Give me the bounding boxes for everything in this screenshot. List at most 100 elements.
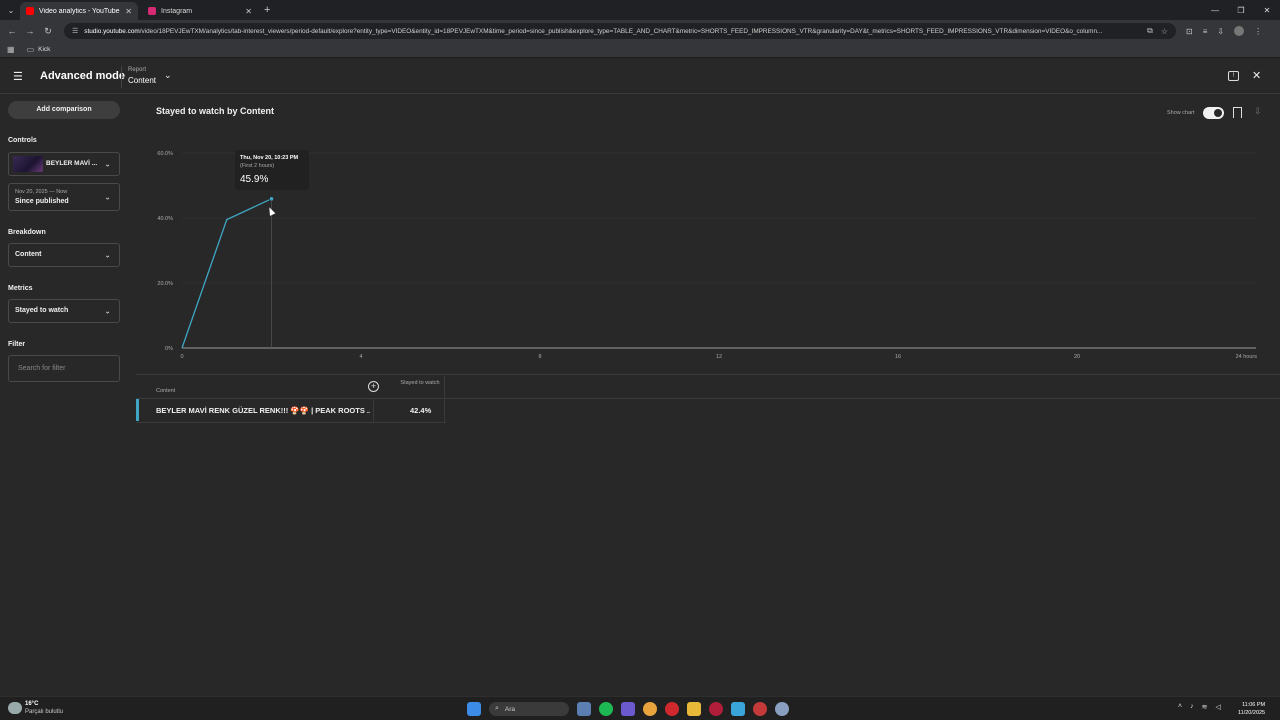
add-comparison-button[interactable]: Add comparison xyxy=(8,101,120,119)
back-icon[interactable]: ← xyxy=(6,26,18,36)
discord-icon[interactable] xyxy=(621,702,635,716)
column-divider xyxy=(444,376,445,422)
tab-title: Video analytics - YouTube Studi xyxy=(39,7,121,15)
opera-gx-icon[interactable] xyxy=(709,702,723,716)
apps-grid-icon[interactable]: ▦ xyxy=(7,45,15,54)
windows-start-icon[interactable] xyxy=(467,702,481,716)
row-metric-value: 42.4% xyxy=(410,406,432,415)
chart-tooltip: Thu, Nov 20, 10:23 PM (First 2 hours) 45… xyxy=(235,150,309,190)
taskbar-apps: ⌕ Ara xyxy=(467,701,797,717)
date-range-selector[interactable]: Nov 20, 2025 — Now Since published ⌄ xyxy=(8,183,120,211)
spotify-icon[interactable] xyxy=(599,702,613,716)
hover-point xyxy=(268,196,275,202)
settings-icon[interactable] xyxy=(775,702,789,716)
youtube-favicon-icon xyxy=(26,7,34,15)
row-content-title[interactable]: BEYLER MAVİ RENK GÜZEL RENK!!! 🍄🍄 | PEAK… xyxy=(156,406,370,415)
address-bar[interactable]: ☰ studio.youtube.com/video/18PEVJEwTXM/a… xyxy=(64,23,1176,39)
x-tick-label: 4 xyxy=(359,354,362,360)
chevron-down-icon: ⌄ xyxy=(104,159,111,169)
weather-icon[interactable] xyxy=(8,702,22,714)
column-divider xyxy=(373,398,374,422)
video-thumbnail xyxy=(13,156,43,172)
series-color-bar xyxy=(136,399,139,421)
feedback-icon[interactable]: ! xyxy=(1228,71,1239,81)
bookmarks-bar: ▦ ▭ Kick xyxy=(0,42,1280,58)
date-range-value: Since published xyxy=(15,198,69,205)
site-info-icon[interactable]: ☰ xyxy=(72,27,78,35)
translate-icon[interactable]: ⧉ xyxy=(1147,26,1153,36)
date-range-sub: Nov 20, 2025 — Now xyxy=(15,189,68,195)
weather-desc: Parçalı bulutlu xyxy=(25,709,64,715)
page-title: Advanced mode xyxy=(40,70,125,82)
close-window-icon[interactable]: ✕ xyxy=(1254,0,1280,20)
column-header-content[interactable]: Content xyxy=(156,388,175,394)
file-explorer-icon[interactable] xyxy=(687,702,701,716)
video-name: BEYLER MAVİ ... xyxy=(46,160,98,167)
tooltip-value: 45.9% xyxy=(240,174,269,185)
x-tick-label: 12 xyxy=(716,354,722,360)
window-controls: — ❐ ✕ xyxy=(1202,0,1280,20)
y-tick-label: 0% xyxy=(165,346,173,352)
y-tick-label: 20.0% xyxy=(157,281,173,287)
clock-date: 11/20/2025 xyxy=(1238,710,1266,716)
url-path: /video/18PEVJEwTXM/analytics/tab-interes… xyxy=(139,27,1103,35)
bookmark-kick[interactable]: Kick xyxy=(38,46,50,53)
volume-icon[interactable]: ◁ xyxy=(1215,703,1220,711)
breakdown-selector[interactable]: Content ⌄ xyxy=(8,243,120,267)
y-tick-label: 40.0% xyxy=(157,216,173,222)
menu-icon[interactable]: ☰ xyxy=(13,70,23,83)
instagram-favicon-icon xyxy=(148,7,156,15)
chevron-down-icon: ⌄ xyxy=(104,192,111,202)
breakdown-value: Content xyxy=(15,251,42,258)
more-menu-icon[interactable]: ⋮ xyxy=(1254,27,1262,36)
tab-title: Instagram xyxy=(161,7,193,15)
media-icon[interactable]: ≡ xyxy=(1203,27,1208,36)
folder-icon: ▭ xyxy=(26,45,35,54)
opera-icon[interactable] xyxy=(665,702,679,716)
filter-search-input[interactable]: Search for filter xyxy=(8,355,120,382)
browser-toolbar: ← → ↻ ☰ studio.youtube.com/video/18PEVJE… xyxy=(0,20,1280,42)
reload-icon[interactable]: ↻ xyxy=(42,26,54,37)
tab-instagram[interactable]: Instagram ✕ xyxy=(142,2,258,20)
report-selector[interactable]: Content xyxy=(128,76,156,85)
search-label: Ara xyxy=(504,705,516,713)
chevron-down-icon[interactable]: ⌄ xyxy=(164,70,172,81)
app-icon[interactable] xyxy=(753,702,767,716)
x-tick-label: 8 xyxy=(538,354,541,360)
taskbar-clock[interactable]: 11:06 PM 11/20/2025 xyxy=(1238,701,1265,717)
metrics-selector[interactable]: Stayed to watch ⌄ xyxy=(8,299,120,323)
tooltip-date: Thu, Nov 20, 10:23 PM xyxy=(240,155,299,161)
task-view-icon[interactable] xyxy=(577,702,591,716)
minimize-icon[interactable]: — xyxy=(1202,0,1228,20)
video-selector[interactable]: BEYLER MAVİ ... ⌄ xyxy=(8,152,120,176)
profile-avatar[interactable] xyxy=(1234,26,1245,36)
header-divider xyxy=(121,66,122,88)
new-tab-icon[interactable]: + xyxy=(264,4,270,16)
chevron-down-icon: ⌄ xyxy=(104,306,111,316)
forward-icon[interactable]: → xyxy=(24,26,36,36)
x-tick-label: 0 xyxy=(180,354,183,360)
data-table: Content + Stayed to watch BEYLER MAVİ RE… xyxy=(136,374,1280,424)
close-icon[interactable]: ✕ xyxy=(1252,69,1261,82)
breakdown-heading: Breakdown xyxy=(8,229,46,236)
extensions-icon[interactable]: ⊡ xyxy=(1186,27,1193,36)
star-icon[interactable]: ☆ xyxy=(1161,27,1168,36)
close-tab-icon[interactable]: ✕ xyxy=(245,7,252,16)
add-metric-icon[interactable]: + xyxy=(368,381,379,392)
tab-youtube-studio[interactable]: Video analytics - YouTube Studi ✕ xyxy=(20,2,138,20)
windows-taskbar: 16°C Parçalı bulutlu ⌕ Ara ˄ ♪ ≋ ◁ 11:06 … xyxy=(0,696,1280,720)
chevron-up-icon[interactable]: ˄ xyxy=(1178,703,1182,711)
tooltip-sub: (First 2 hours) xyxy=(240,163,275,169)
restore-icon[interactable]: ❐ xyxy=(1228,0,1254,20)
chrome-icon[interactable] xyxy=(643,702,657,716)
taskbar-search[interactable]: ⌕ Ara xyxy=(489,702,569,716)
tab-search-icon[interactable]: ⌄ xyxy=(2,0,20,20)
microphone-icon[interactable]: ♪ xyxy=(1190,703,1194,711)
close-tab-icon[interactable]: ✕ xyxy=(125,7,132,16)
column-header-stayed-to-watch[interactable]: Stayed to watch xyxy=(400,380,440,387)
wifi-icon[interactable]: ≋ xyxy=(1202,703,1208,711)
downloads-icon[interactable]: ⇩ xyxy=(1217,27,1224,36)
notepad-icon[interactable] xyxy=(731,702,745,716)
report-label: Report xyxy=(128,67,147,73)
x-tick-label: 24 hours xyxy=(1236,354,1258,360)
